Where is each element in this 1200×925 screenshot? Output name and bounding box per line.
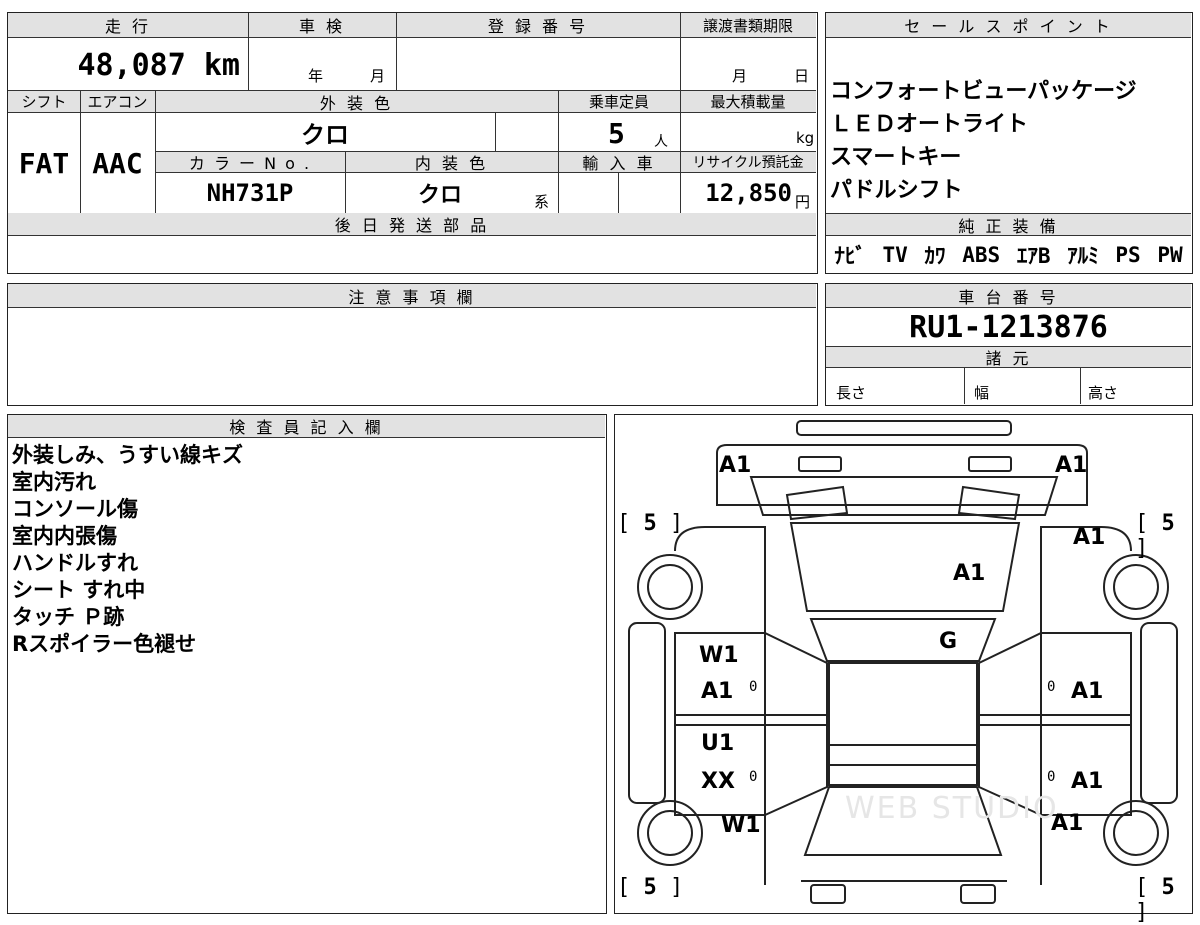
mark-left-u1: U1 [701, 731, 735, 756]
tire-tread-rear-left: [ 5 ] [617, 511, 684, 536]
shift-value: FAT [18, 146, 70, 180]
interior-color-suffix: 系 [534, 193, 550, 211]
mark-right-rear-door: A1 [1071, 679, 1104, 704]
notes-header: 注 意 事 項 欄 [8, 284, 816, 308]
transfer-day-unit: 日 [794, 67, 810, 85]
height-label: 高さ [1088, 384, 1119, 402]
exterior-color-value: クロ [301, 120, 349, 149]
recycle-fee-unit: 円 [795, 193, 811, 211]
capacity-value: 5 [608, 117, 625, 150]
color-no-header: カ ラ ー N o . [155, 151, 345, 173]
later-parts-value [8, 236, 816, 272]
later-parts-header: 後 日 発 送 部 品 [8, 213, 816, 236]
length-label: 長さ [836, 384, 867, 402]
inspection-month-unit: 月 [370, 67, 386, 85]
inspector-note: コンソール傷 [12, 497, 138, 521]
inspection-year-unit: 年 [308, 67, 324, 85]
mark-right-front-door: A1 [1071, 769, 1104, 794]
tire-tread-front-right: [ 5 ] [1135, 875, 1175, 925]
sales-point-item: パドルシフト [830, 178, 963, 203]
equipment-alloy: ｱﾙﾐ [1067, 244, 1099, 268]
inspector-note: Rスポイラー色褪せ [12, 632, 197, 656]
max-load-unit: kg [796, 129, 815, 147]
inspector-note: シート すれ中 [12, 578, 146, 602]
equipment-pw: PW [1157, 243, 1183, 267]
equipment-leather: ｶﾜ [924, 244, 946, 268]
transfer-month-unit: 月 [732, 67, 748, 85]
mark-rear-right: A1 [1055, 453, 1088, 478]
capacity-unit: 人 [654, 134, 668, 150]
watermark: WEB STUDIO [845, 791, 1059, 826]
ac-value: AAC [92, 146, 143, 180]
mileage-value: 48,087 km [77, 48, 240, 83]
mark-rear-glass: A1 [953, 561, 986, 586]
import-header: 輸 入 車 [558, 151, 680, 173]
sales-point-item: ＬＥＤオートライト [830, 112, 1029, 137]
mark-glass: G [939, 629, 958, 654]
inspector-note: タッチ Ｐ跡 [12, 605, 125, 629]
mileage-header: 走 行 [8, 13, 248, 38]
sales-points-list: コンフォートビューパッケージ ＬＥＤオートライト スマートキー パドルシフト [830, 75, 1190, 207]
exterior-color-header: 外 装 色 [155, 91, 558, 113]
recycle-fee-header: リサイクル預託金 [680, 151, 816, 173]
zero-mark: 0 [1047, 769, 1056, 785]
mark-left-xx: XX [701, 769, 735, 794]
equipment-navi: ﾅﾋﾞ [834, 244, 866, 268]
max-load-header: 最大積載量 [680, 91, 816, 113]
vehicle-info-panel: 走 行 車 検 登 録 番 号 譲渡書類期限 48,087 km 年 月 月 日… [7, 12, 818, 274]
chassis-number-value: RU1-1213876 [909, 309, 1108, 345]
sales-points-panel: セ ー ル ス ポ イ ン ト コンフォートビューパッケージ ＬＥＤオートライト… [825, 12, 1193, 274]
chassis-number-header: 車 台 番 号 [826, 284, 1191, 308]
ac-header: エアコン [80, 91, 155, 113]
chassis-panel: 車 台 番 号 RU1-1213876 諸 元 長さ 幅 高さ [825, 283, 1193, 406]
zero-mark: 0 [749, 679, 758, 695]
interior-color-value: クロ [417, 183, 462, 208]
equipment-tv: TV [882, 243, 908, 267]
equipment-ps: PS [1115, 243, 1141, 267]
capacity-header: 乗車定員 [558, 91, 680, 113]
sales-point-item: コンフォートビューパッケージ [830, 79, 1137, 104]
equipment-abs: ABS [962, 243, 1001, 267]
registration-header: 登 録 番 号 [396, 13, 680, 38]
inspector-notes: 外装しみ、うすい線キズ 室内汚れ コンソール傷 室内内張傷 ハンドルすれ シート… [12, 442, 602, 658]
equipment-airbag: ｴｱB [1016, 244, 1051, 268]
sales-point-item: スマートキー [830, 145, 962, 170]
genuine-equipment-header: 純 正 装 備 [826, 213, 1191, 236]
inspection-header: 車 検 [248, 13, 396, 38]
zero-mark: 0 [1047, 679, 1056, 695]
genuine-equipment-list: ﾅﾋﾞ TV ｶﾜ ABS ｴｱB ｱﾙﾐ PS PW [826, 239, 1191, 271]
tire-tread-rear-right: [ 5 ] [1135, 511, 1175, 561]
inspector-note: 室内汚れ [12, 470, 96, 494]
inspector-note: 外装しみ、うすい線キズ [12, 443, 243, 467]
recycle-fee-value: 12,850 [705, 179, 792, 207]
width-label: 幅 [974, 384, 990, 402]
interior-color-header: 内 装 色 [345, 151, 558, 173]
mark-left-w1-bottom: W1 [721, 813, 761, 838]
shift-header: シフト [8, 91, 80, 113]
inspector-note: ハンドルすれ [12, 551, 138, 575]
mark-right-quarter: A1 [1073, 525, 1106, 550]
transfer-deadline-header: 譲渡書類期限 [680, 13, 816, 38]
mark-left-w1-top: W1 [699, 643, 739, 668]
inspector-panel: 検 査 員 記 入 欄 外装しみ、うすい線キズ 室内汚れ コンソール傷 室内内張… [7, 414, 607, 914]
tire-tread-front-left: [ 5 ] [617, 875, 684, 900]
zero-mark: 0 [749, 769, 758, 785]
registration-value [396, 38, 680, 90]
specs-header: 諸 元 [826, 346, 1191, 368]
mark-rear-left: A1 [719, 453, 752, 478]
sales-points-header: セ ー ル ス ポ イ ン ト [826, 13, 1191, 38]
inspector-header: 検 査 員 記 入 欄 [8, 415, 605, 438]
mark-left-a1: A1 [701, 679, 734, 704]
notes-panel: 注 意 事 項 欄 [7, 283, 818, 406]
inspector-note: 室内内張傷 [12, 524, 117, 548]
car-diagram-panel: A1 A1 A1 G A1 A1 A1 A1 W1 A1 U1 XX W1 0 … [614, 414, 1193, 925]
color-no-value: NH731P [206, 179, 294, 207]
